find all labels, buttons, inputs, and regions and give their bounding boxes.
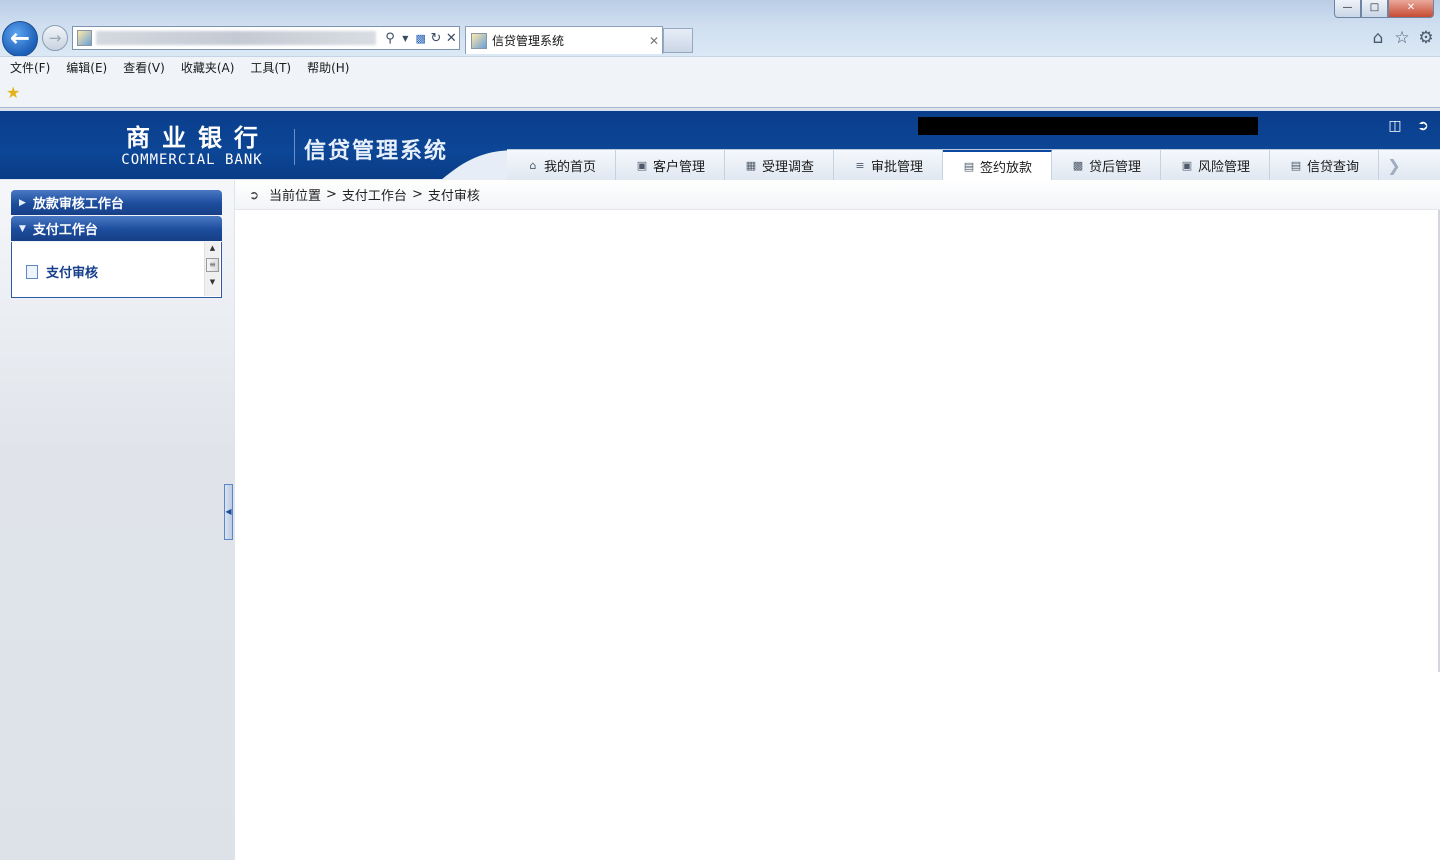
scroll-down-icon[interactable]: ▼: [205, 276, 220, 288]
gear-icon[interactable]: ⚙: [1416, 28, 1436, 48]
menu-help[interactable]: 帮助(H): [307, 59, 349, 76]
scroll-thumb[interactable]: ≡: [206, 258, 219, 272]
sidebar-group-payment[interactable]: ▼ 支付工作台: [11, 216, 222, 241]
browser-titlebar: — □ ✕ ← → ⚲ ▼ ▩ ↻ ✕ 信贷管理系统 ✕ ⌂ ☆ ⚙: [0, 0, 1440, 57]
contract-icon: ▤: [963, 160, 975, 173]
sidebar: ▶ 放款审核工作台 ▼ 支付工作台 支付审核 ▲ ≡ ▼: [0, 180, 234, 860]
search-icon[interactable]: ⚲: [382, 31, 397, 46]
main-content: ➲ 当前位置 > 支付工作台 > 支付审核: [235, 180, 1440, 860]
stop-icon[interactable]: ✕: [444, 31, 459, 46]
nav-contract[interactable]: ▤ 签约放款: [943, 150, 1052, 181]
nav-label: 客户管理: [652, 160, 705, 175]
nav-query[interactable]: ▤ 信贷查询: [1270, 150, 1379, 181]
minimize-button[interactable]: —: [1334, 0, 1361, 18]
sidebar-collapse-handle[interactable]: ◀: [224, 484, 233, 540]
location-icon: ➲: [249, 187, 260, 202]
sidebar-group-label: 放款审核工作台: [32, 197, 124, 212]
new-tab-button[interactable]: [663, 28, 693, 53]
menu-favorites[interactable]: 收藏夹(A): [181, 59, 235, 76]
sidebar-scrollbar[interactable]: ▲ ≡ ▼: [204, 242, 220, 296]
nav-home[interactable]: ⌂ 我的首页: [507, 150, 616, 181]
breadcrumb-separator: >: [411, 187, 423, 202]
favorites-bar: ★: [0, 78, 1440, 108]
nav-wave-decoration: [440, 150, 520, 181]
nav-label: 签约放款: [979, 161, 1032, 176]
header-tools: ◫ ➲: [1386, 117, 1432, 135]
survey-icon: ▦: [745, 159, 757, 172]
nav-label: 风险管理: [1197, 160, 1250, 175]
sidebar-item-payment-review[interactable]: 支付审核: [26, 262, 98, 281]
user-info-redacted: [918, 117, 1258, 135]
home-icon[interactable]: ⌂: [1368, 28, 1388, 48]
nav-label: 贷后管理: [1088, 160, 1141, 175]
menu-file[interactable]: 文件(F): [10, 59, 50, 76]
nav-label: 审批管理: [870, 160, 923, 175]
browser-tab[interactable]: 信贷管理系统 ✕: [465, 26, 663, 54]
browser-menu-bar: 文件(F) 编辑(E) 查看(V) 收藏夹(A) 工具(T) 帮助(H): [0, 56, 1440, 78]
customer-icon: ▣: [636, 159, 648, 172]
main-nav: ⌂ 我的首页 ▣ 客户管理 ▦ 受理调查 ≡ 审批管理 ▤ 签约放款 ▩ 贷后管…: [507, 149, 1440, 181]
nav-customer[interactable]: ▣ 客户管理: [616, 150, 725, 181]
tab-title: 信贷管理系统: [492, 34, 565, 48]
close-window-button[interactable]: ✕: [1388, 0, 1434, 18]
menu-view[interactable]: 查看(V): [123, 59, 165, 76]
page-favicon-icon: [77, 30, 93, 46]
back-arrow-icon[interactable]: ←: [2, 21, 38, 57]
query-icon: ▤: [1290, 159, 1302, 172]
browser-toolbar-right: ⌂ ☆ ⚙: [1368, 28, 1436, 48]
forward-arrow-icon[interactable]: →: [42, 25, 68, 51]
logout-icon[interactable]: ➲: [1414, 117, 1432, 135]
breadcrumb-prefix: 当前位置: [269, 189, 322, 204]
scroll-up-icon[interactable]: ▲: [205, 242, 220, 254]
nav-label: 受理调查: [761, 160, 814, 175]
breadcrumb-item[interactable]: 支付工作台: [342, 185, 407, 204]
nav-approval[interactable]: ≡ 审批管理: [834, 150, 943, 181]
menu-edit[interactable]: 编辑(E): [66, 59, 107, 76]
post-loan-icon: ▩: [1072, 159, 1084, 172]
nav-label: 信贷查询: [1306, 160, 1359, 175]
nav-post-loan[interactable]: ▩ 贷后管理: [1052, 150, 1161, 181]
app-header: 商业银行 COMMERCIAL BANK 信贷管理系统 ◫ ➲ ⌂ 我的首页 ▣…: [0, 109, 1440, 181]
nav-label: 我的首页: [543, 160, 596, 175]
compatibility-view-icon[interactable]: ▩: [413, 32, 428, 45]
add-favorite-icon[interactable]: ★: [6, 85, 22, 101]
monitor-icon[interactable]: ◫: [1386, 117, 1404, 135]
breadcrumb-separator: >: [326, 187, 337, 202]
document-icon: [26, 264, 38, 279]
tab-favicon-icon: [471, 32, 487, 49]
refresh-icon[interactable]: ↻: [428, 31, 443, 46]
logo-cn-text: 商业银行: [126, 123, 270, 152]
dropdown-icon[interactable]: ▼: [398, 34, 413, 43]
maximize-button[interactable]: □: [1361, 0, 1388, 18]
star-icon[interactable]: ☆: [1392, 28, 1412, 48]
chevron-right-icon[interactable]: ❯: [1379, 150, 1409, 181]
breadcrumb-item: 支付审核: [427, 189, 480, 204]
home-icon: ⌂: [529, 159, 537, 172]
close-tab-icon[interactable]: ✕: [646, 34, 662, 48]
menu-tools[interactable]: 工具(T): [250, 59, 291, 76]
caret-down-icon: ▼: [19, 223, 26, 234]
nav-survey[interactable]: ▦ 受理调查: [725, 150, 834, 181]
sidebar-item-label: 支付审核: [46, 266, 99, 281]
sidebar-group-loan-review[interactable]: ▶ 放款审核工作台: [11, 190, 222, 215]
approval-list-icon: ≡: [855, 159, 865, 172]
risk-icon: ▣: [1181, 159, 1193, 172]
sidebar-group-panel: 支付审核 ▲ ≡ ▼: [11, 242, 222, 298]
breadcrumb: ➲ 当前位置 > 支付工作台 > 支付审核: [235, 180, 1440, 210]
address-bar[interactable]: ⚲ ▼ ▩ ↻ ✕: [72, 26, 460, 50]
address-url[interactable]: [96, 31, 377, 45]
nav-risk[interactable]: ▣ 风险管理: [1161, 150, 1270, 181]
sidebar-group-label: 支付工作台: [32, 223, 98, 238]
caret-right-icon: ▶: [19, 197, 26, 208]
window-controls: — □ ✕: [1334, 0, 1434, 18]
